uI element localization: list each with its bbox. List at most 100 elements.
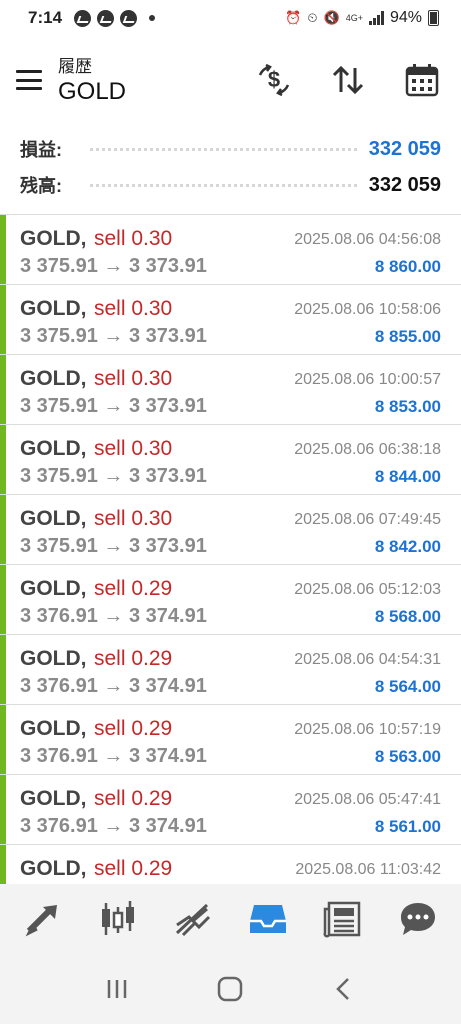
menu-icon[interactable] (16, 70, 42, 90)
profit-value: 332 059 (368, 137, 441, 160)
trade-profit: 8 563.00 (374, 747, 441, 766)
trade-symbol: GOLD, (20, 437, 87, 460)
bottom-tab-bar (0, 884, 461, 954)
trade-symbol: GOLD, (20, 227, 87, 250)
trade-symbol: GOLD, (20, 857, 87, 880)
history-inbox-icon[interactable] (242, 893, 294, 945)
trade-row[interactable]: GOLD, sell 0.29 2025.08.06 05:12:03 3 376.9… (0, 565, 461, 635)
trade-symbol: GOLD, (20, 367, 87, 390)
trade-side-volume: sell 0.29 (94, 787, 173, 810)
position-indicator-bar (0, 425, 6, 494)
trade-profit: 8 844.00 (374, 467, 441, 486)
trade-side-volume: sell 0.29 (94, 577, 173, 600)
clock-icon: ⏲ (307, 10, 318, 25)
system-nav-bar (0, 954, 461, 1024)
balance-value: 332 059 (368, 173, 441, 196)
status-left: 7:14 (28, 8, 156, 28)
trade-time: 2025.08.06 10:57:19 (294, 721, 441, 738)
page-subtitle: 履歴 (58, 57, 92, 76)
sort-icon[interactable] (328, 60, 368, 100)
trade-prices: 3 375.91 → 3 373.91 (20, 255, 207, 277)
trade-profit: 8 568.00 (374, 607, 441, 626)
profit-row: 損益: 332 059 (20, 134, 441, 164)
signal-icon (368, 11, 384, 25)
candlestick-chart-icon[interactable] (92, 893, 144, 945)
position-indicator-bar (0, 845, 6, 885)
trade-side-volume: sell 0.30 (94, 227, 173, 250)
app-header: 履歴 GOLD $ (0, 44, 461, 116)
leader-dots (90, 147, 357, 151)
trade-row[interactable]: GOLD, sell 0.30 2025.08.06 06:38:18 3 375.9… (0, 425, 461, 495)
trade-profit: 8 853.00 (374, 397, 441, 416)
trade-side-volume: sell 0.29 (94, 717, 173, 740)
trade-time: 2025.08.06 05:47:41 (294, 791, 441, 808)
trade-profit: 8 842.00 (374, 537, 441, 556)
trade-row[interactable]: GOLD, sell 0.30 2025.08.06 04:56:08 3 375.9… (0, 215, 461, 285)
position-indicator-bar (0, 635, 6, 704)
trade-row[interactable]: GOLD, sell 0.29 2025.08.06 11:03:42 (0, 845, 461, 885)
trade-side-volume: sell 0.30 (94, 367, 173, 390)
messenger-icon (74, 9, 92, 27)
trade-prices: 3 376.91 → 3 374.91 (20, 745, 207, 767)
mute-icon: 🔇 (323, 10, 340, 25)
status-right: ⏰ ⏲ 🔇 4G+ 94% (285, 9, 439, 27)
trade-symbol: GOLD, (20, 787, 87, 810)
trade-symbol: GOLD, (20, 717, 87, 740)
news-icon[interactable] (317, 893, 369, 945)
trade-row[interactable]: GOLD, sell 0.30 2025.08.06 07:49:45 3 375.9… (0, 495, 461, 565)
trade-time: 2025.08.06 07:49:45 (294, 511, 441, 528)
page-title: GOLD (58, 78, 127, 105)
trade-prices: 3 375.91 → 3 373.91 (20, 325, 207, 347)
position-indicator-bar (0, 285, 6, 354)
line-chart-icon[interactable] (167, 893, 219, 945)
trade-time: 2025.08.06 04:56:08 (294, 231, 441, 248)
trade-row[interactable]: GOLD, sell 0.29 2025.08.06 10:57:19 3 376.9… (0, 705, 461, 775)
trade-time: 2025.08.06 06:38:18 (294, 441, 441, 458)
status-bar: 7:14 ⏰ ⏲ 🔇 4G+ 94% (0, 0, 461, 36)
trade-row[interactable]: GOLD, sell 0.30 2025.08.06 10:58:06 3 375.9… (0, 285, 461, 355)
trade-time: 2025.08.06 04:54:31 (294, 651, 441, 668)
trade-side-volume: sell 0.30 (94, 297, 173, 320)
trade-side-volume: sell 0.29 (94, 647, 173, 670)
messenger-icon (120, 9, 138, 27)
trade-row[interactable]: GOLD, sell 0.29 2025.08.06 05:47:41 3 376.9… (0, 775, 461, 845)
notification-dot-icon (149, 15, 156, 21)
leader-dots (90, 183, 357, 187)
network-type: 4G+ (345, 13, 363, 23)
trade-profit: 8 860.00 (374, 257, 441, 276)
back-icon[interactable] (320, 965, 368, 1013)
trade-time: 2025.08.06 05:12:03 (294, 581, 441, 598)
trade-prices: 3 375.91 → 3 373.91 (20, 395, 207, 417)
balance-row: 残高: 332 059 (20, 170, 441, 200)
trade-profit: 8 561.00 (374, 817, 441, 836)
position-indicator-bar (0, 215, 6, 284)
position-indicator-bar (0, 775, 6, 844)
trade-arrows-icon[interactable] (17, 893, 69, 945)
position-indicator-bar (0, 705, 6, 774)
home-icon[interactable] (206, 965, 254, 1013)
svg-text:$: $ (268, 67, 280, 92)
trade-prices: 3 375.91 → 3 373.91 (20, 465, 207, 487)
battery-percent: 94% (389, 9, 422, 26)
currency-exchange-icon[interactable]: $ (254, 60, 294, 100)
messenger-icon (97, 9, 115, 27)
trade-side-volume: sell 0.30 (94, 437, 173, 460)
calendar-icon[interactable] (402, 60, 442, 100)
trade-history-list[interactable]: GOLD, sell 0.30 2025.08.06 04:56:08 3 375.9… (0, 214, 461, 885)
trade-prices: 3 376.91 → 3 374.91 (20, 675, 207, 697)
trade-profit: 8 855.00 (374, 327, 441, 346)
position-indicator-bar (0, 565, 6, 634)
trade-side-volume: sell 0.30 (94, 507, 173, 530)
recent-apps-icon[interactable] (93, 965, 141, 1013)
profit-label: 損益: (20, 140, 62, 160)
trade-prices: 3 375.91 → 3 373.91 (20, 535, 207, 557)
alarm-icon: ⏰ (285, 10, 302, 25)
chat-bubble-icon[interactable] (392, 893, 444, 945)
trade-row[interactable]: GOLD, sell 0.29 2025.08.06 04:54:31 3 376.9… (0, 635, 461, 705)
trade-symbol: GOLD, (20, 577, 87, 600)
trade-symbol: GOLD, (20, 507, 87, 530)
trade-prices: 3 376.91 → 3 374.91 (20, 605, 207, 627)
trade-row[interactable]: GOLD, sell 0.30 2025.08.06 10:00:57 3 375.9… (0, 355, 461, 425)
position-indicator-bar (0, 355, 6, 424)
battery-icon (428, 10, 439, 26)
